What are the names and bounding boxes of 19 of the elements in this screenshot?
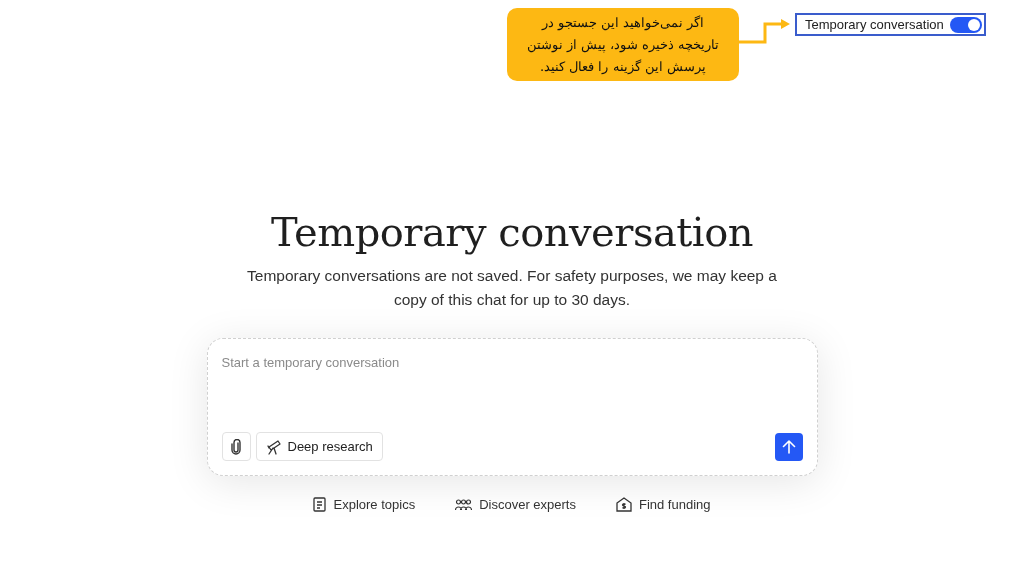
message-input[interactable]: Start a temporary conversation [221,353,803,373]
suggestion-link[interactable]: Discover experts [455,495,576,515]
document-icon [313,497,327,513]
paperclip-icon [230,438,242,455]
callout-arrow [739,18,791,44]
callout-note: اگر نمی‌خواهید این جستجو در تاریخچه ذخیره شود، پیش از نوشتن پرسش این گزینه را فعال کنید. [507,8,739,81]
people-icon [455,498,473,511]
suggestion-link[interactable]: Find funding [615,495,711,515]
deep-research-button[interactable]: Deep research [255,432,383,461]
description: Temporary conversations are not saved. For safety purposes, we may keep a copy of this chat for up to 30 days. [246,266,778,310]
suggestion-link[interactable]: Explore topics [313,495,416,515]
temporary-toggle[interactable]: Temporary conversation [795,13,986,36]
toggle-switch[interactable] [950,16,982,33]
bank-dollar-icon [615,497,632,513]
send-button[interactable] [774,432,803,461]
page-title: Temporary conversation [271,208,753,257]
telescope-icon [265,438,282,455]
arrow-up-icon [781,439,796,454]
attach-button[interactable] [221,432,251,461]
